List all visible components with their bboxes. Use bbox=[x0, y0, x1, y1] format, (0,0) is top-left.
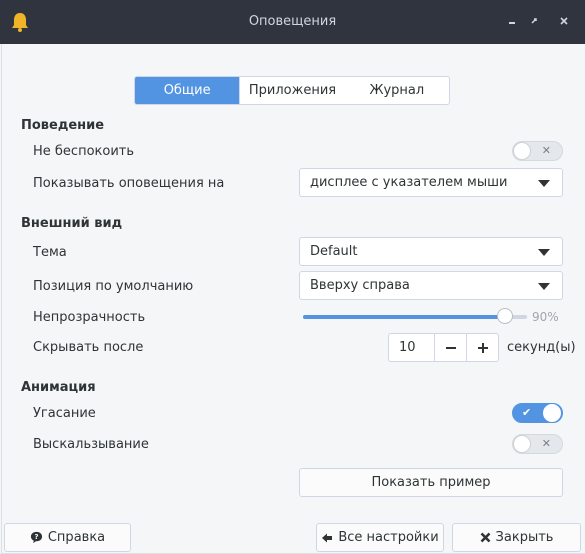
theme-value: Default bbox=[310, 244, 358, 259]
window-title: Оповещения bbox=[248, 14, 337, 29]
chevron-down-icon bbox=[538, 180, 550, 187]
all-settings-button[interactable]: Все настройки bbox=[316, 523, 444, 552]
theme-combo[interactable]: Default bbox=[299, 237, 563, 266]
dnd-label: Не беспокоить bbox=[33, 144, 135, 159]
minus-icon bbox=[445, 346, 456, 349]
close-button-label: Закрыть bbox=[495, 530, 554, 545]
appearance-heading: Внешний вид bbox=[21, 216, 123, 231]
tab-applications[interactable]: Приложения bbox=[240, 77, 344, 104]
preview-button-label: Показать пример bbox=[371, 475, 491, 490]
tab-bar: Общие Приложения Журнал bbox=[134, 76, 450, 105]
svg-text:?: ? bbox=[34, 533, 38, 541]
position-combo[interactable]: Вверху справа bbox=[299, 271, 563, 300]
chevron-down-icon bbox=[538, 283, 550, 290]
help-button-label: Справка bbox=[47, 530, 106, 545]
close-button[interactable]: Закрыть bbox=[452, 523, 581, 552]
tab-log[interactable]: Журнал bbox=[345, 77, 449, 104]
slide-label: Выскальзывание bbox=[33, 437, 149, 452]
position-label: Позиция по умолчанию bbox=[33, 279, 194, 294]
hide-after-spinbutton: 10 bbox=[388, 333, 499, 362]
plus-icon bbox=[477, 342, 488, 353]
opacity-value: 90% bbox=[532, 310, 559, 324]
hide-after-input[interactable]: 10 bbox=[389, 334, 435, 361]
title-bar: Оповещения bbox=[0, 0, 585, 44]
fade-switch[interactable]: ✔ bbox=[512, 403, 563, 423]
close-icon bbox=[480, 532, 490, 543]
slide-switch[interactable]: ✕ bbox=[512, 434, 563, 454]
switch-knob bbox=[513, 142, 531, 160]
off-icon: ✕ bbox=[541, 437, 551, 450]
preview-button[interactable]: Показать пример bbox=[299, 468, 563, 497]
arrow-left-icon bbox=[322, 533, 333, 542]
dnd-switch[interactable]: ✕ bbox=[512, 141, 563, 161]
fade-label: Угасание bbox=[33, 406, 96, 421]
all-settings-label: Все настройки bbox=[338, 530, 439, 545]
show-on-label: Показывать оповещения на bbox=[33, 176, 225, 191]
help-icon: ? bbox=[30, 531, 42, 544]
opacity-slider-handle[interactable] bbox=[496, 308, 513, 324]
help-button[interactable]: ? Справка bbox=[4, 523, 131, 552]
theme-label: Тема bbox=[33, 245, 67, 260]
opacity-slider-fill bbox=[303, 315, 505, 319]
decrement-button[interactable] bbox=[435, 334, 467, 361]
behavior-heading: Поведение bbox=[21, 118, 105, 133]
opacity-label: Непрозрачность bbox=[33, 310, 146, 325]
maximize-icon[interactable] bbox=[527, 14, 541, 28]
increment-button[interactable] bbox=[467, 334, 498, 361]
switch-knob bbox=[543, 404, 561, 422]
hide-after-unit: секунд(ы) bbox=[507, 340, 576, 355]
animation-heading: Анимация bbox=[21, 380, 96, 395]
close-icon[interactable] bbox=[557, 14, 571, 28]
check-icon: ✔ bbox=[522, 406, 532, 419]
off-icon: ✕ bbox=[541, 144, 551, 157]
show-on-combo[interactable]: дисплее с указателем мыши bbox=[299, 168, 563, 197]
position-value: Вверху справа bbox=[310, 278, 410, 293]
switch-knob bbox=[513, 435, 531, 453]
tab-general[interactable]: Общие bbox=[135, 77, 241, 104]
minimize-icon[interactable] bbox=[505, 14, 519, 28]
hide-after-label: Скрывать после bbox=[33, 340, 144, 355]
opacity-slider[interactable] bbox=[303, 308, 527, 324]
show-on-value: дисплее с указателем мыши bbox=[310, 175, 508, 190]
chevron-down-icon bbox=[538, 249, 550, 256]
